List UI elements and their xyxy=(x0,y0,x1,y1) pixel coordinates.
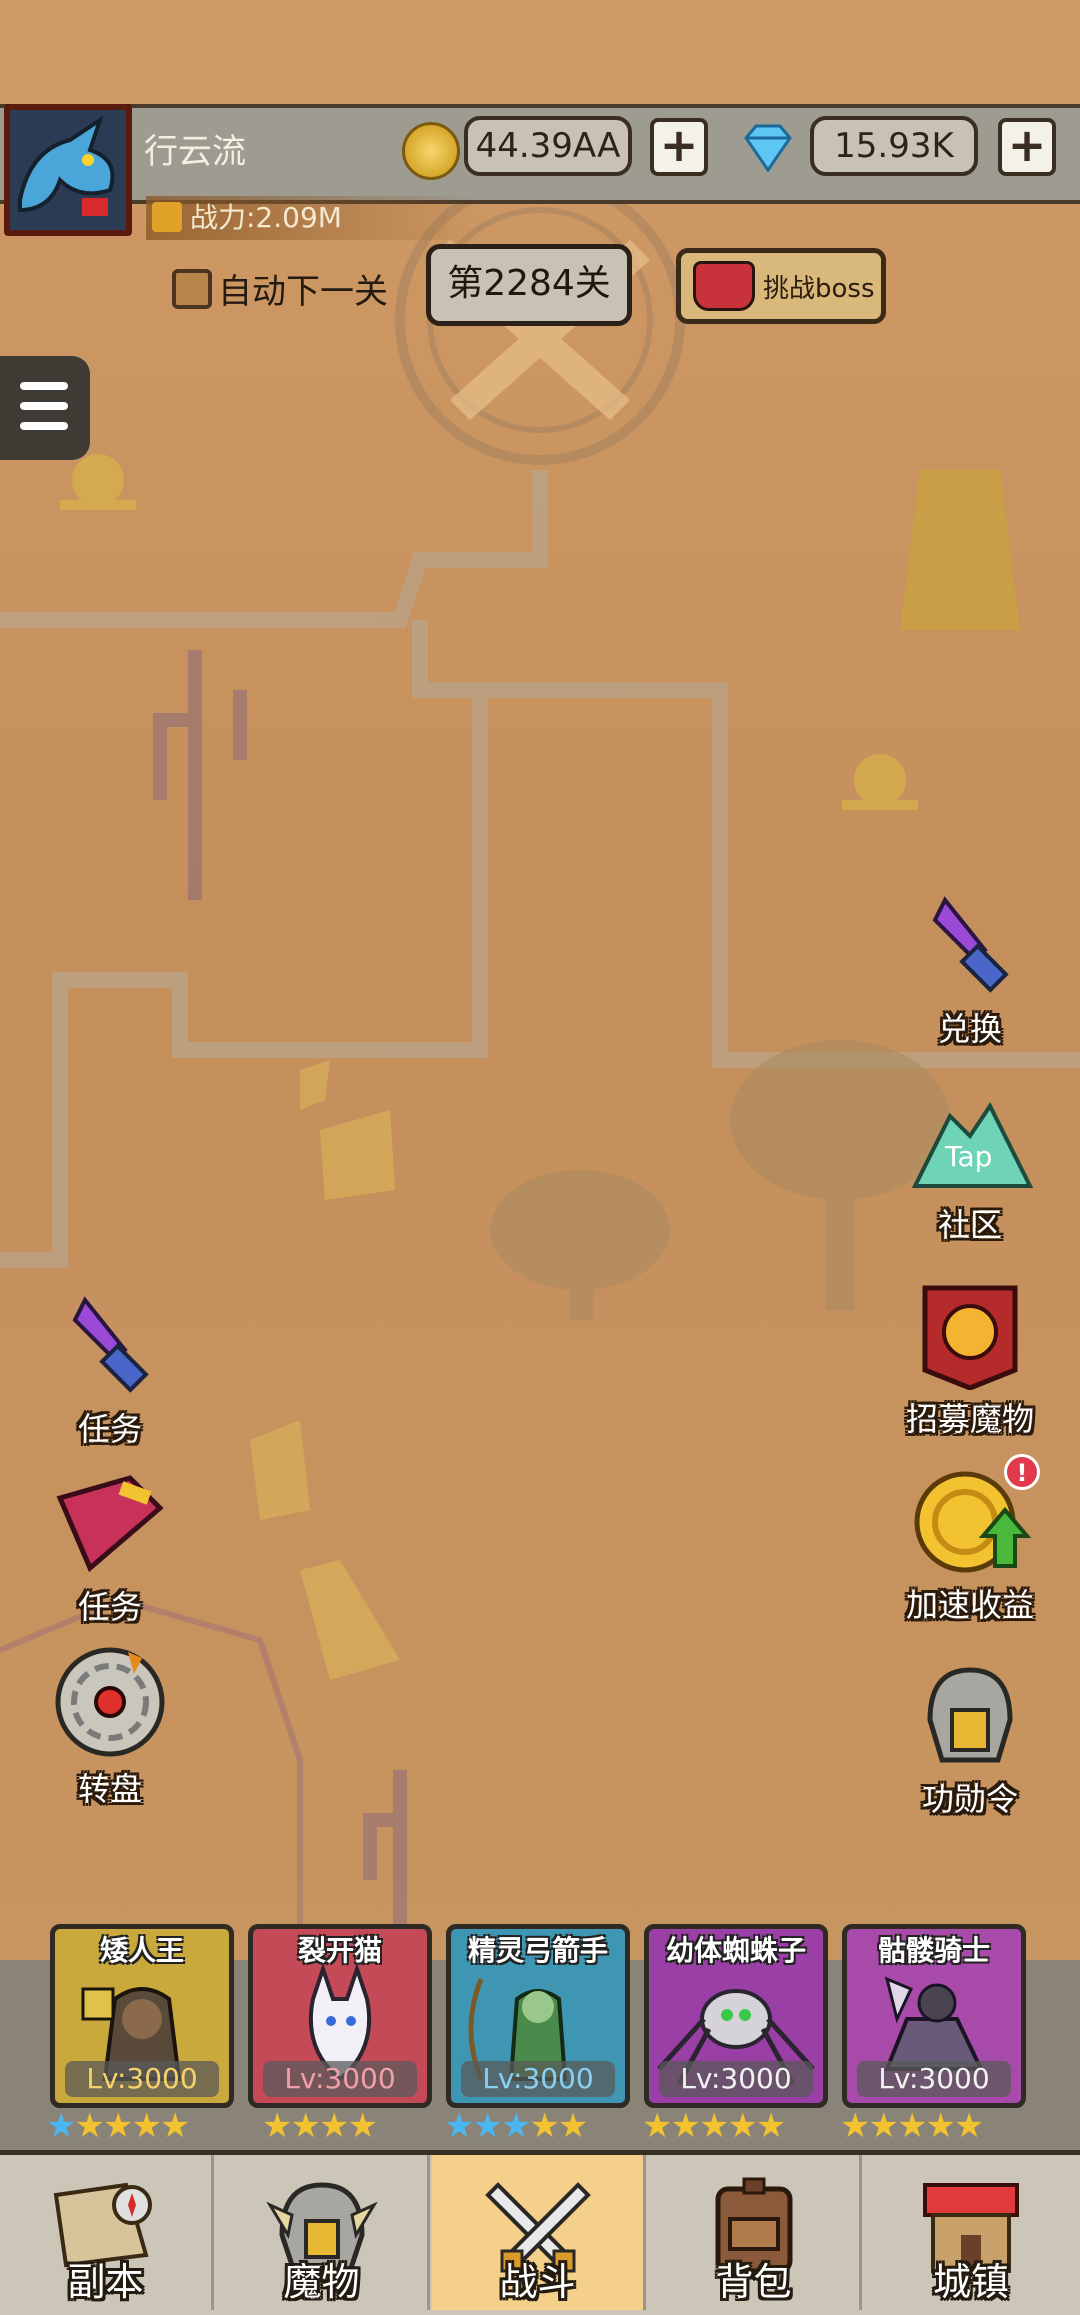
hero-level: Lv:3000 xyxy=(857,2061,1011,2097)
wheel-label: 转盘 xyxy=(77,1770,142,1808)
hero-level: Lv:3000 xyxy=(65,2061,219,2097)
community-button[interactable]: Tap 社区 xyxy=(900,1096,1040,1246)
boss-skull-icon xyxy=(693,261,755,311)
hero-stars-1: ★★★★★ xyxy=(46,2106,190,2146)
exchange-label: 兑换 xyxy=(937,1010,1002,1048)
hero-level: Lv:3000 xyxy=(461,2061,615,2097)
recruit-banner-icon xyxy=(922,1285,1018,1391)
player-name: 行云流 xyxy=(144,132,246,172)
hero-card-dwarf-king[interactable]: 矮人王 Lv:3000 xyxy=(50,1924,234,2108)
hero-card-baby-spider[interactable]: 幼体蜘蛛子 Lv:3000 xyxy=(644,1924,828,2108)
nav-battle[interactable]: 战斗 xyxy=(432,2155,646,2310)
tap-community-icon: Tap xyxy=(911,1102,1034,1188)
hero-card-skeleton-knight[interactable]: 骷髅骑士 Lv:3000 xyxy=(842,1924,1026,2108)
stage-number: 第2284关 xyxy=(426,244,632,326)
combat-power-value: 战力:2.09M xyxy=(190,201,342,234)
quest-rocket-button[interactable]: 任务 xyxy=(40,1290,180,1450)
quest-book-label: 任务 xyxy=(77,1588,142,1626)
quest-rocket-label: 任务 xyxy=(77,1410,142,1448)
quest-book-button[interactable]: 任务 xyxy=(40,1468,180,1628)
challenge-boss-button[interactable]: 挑战boss xyxy=(676,248,886,324)
firework-rocket-icon xyxy=(72,1296,149,1393)
quest-book-icon xyxy=(56,1475,164,1573)
nav-backpack[interactable]: 背包 xyxy=(648,2155,862,2310)
gem-plus-button[interactable]: + xyxy=(998,118,1056,176)
speedup-alert-badge: ! xyxy=(1004,1454,1040,1490)
hero-stars-3: ★★★★★ xyxy=(444,2106,588,2146)
power-icon xyxy=(152,202,182,232)
hero-level: Lv:3000 xyxy=(263,2061,417,2097)
nav-battle-label: 战斗 xyxy=(499,2260,576,2304)
merit-order-label: 功勋令 xyxy=(921,1780,1018,1818)
hero-stars-5: ★★★★★ xyxy=(840,2106,984,2146)
diamond-icon xyxy=(738,122,792,174)
wheel-button[interactable]: 转盘 xyxy=(40,1644,180,1810)
auto-next-toggle[interactable]: 自动下一关 xyxy=(172,264,388,313)
hero-card-split-cat[interactable]: 裂开猫 Lv:3000 xyxy=(248,1924,432,2108)
nav-dungeon[interactable]: 副本 xyxy=(0,2155,214,2310)
menu-hamburger-icon xyxy=(20,382,68,390)
recruit-label: 招募魔物 xyxy=(905,1400,1034,1438)
combat-power: 战力:2.09M xyxy=(146,196,486,240)
gold-coin-icon xyxy=(402,122,460,180)
svg-text:Tap: Tap xyxy=(944,1140,992,1173)
gold-plus-button[interactable]: + xyxy=(650,118,708,176)
dragon-avatar-icon xyxy=(18,115,115,216)
recruit-button[interactable]: 招募魔物 xyxy=(890,1280,1050,1440)
player-avatar[interactable] xyxy=(4,104,132,236)
auto-next-checkbox[interactable] xyxy=(172,268,212,309)
hero-level: Lv:3000 xyxy=(659,2061,813,2097)
hero-stars-4: ★★★★★ xyxy=(642,2106,786,2146)
wheel-icon xyxy=(55,1647,165,1757)
community-label: 社区 xyxy=(937,1206,1002,1244)
speedup-income-label: 加速收益 xyxy=(905,1586,1034,1624)
helmet-medal-icon xyxy=(927,1667,1013,1763)
nav-backpack-label: 背包 xyxy=(715,2260,792,2304)
hero-card-elf-archer[interactable]: 精灵弓箭手 Lv:3000 xyxy=(446,1924,630,2108)
nav-monsters-label: 魔物 xyxy=(283,2260,360,2304)
menu-line xyxy=(20,422,68,430)
merit-order-button[interactable]: 功勋令 xyxy=(900,1660,1040,1820)
gem-amount: 15.93K xyxy=(810,116,978,176)
menu-line xyxy=(20,402,68,410)
nav-dungeon-label: 副本 xyxy=(67,2260,144,2304)
hero-stars-2: ★★★★ xyxy=(262,2106,378,2146)
menu-button[interactable] xyxy=(0,356,90,460)
firework-rocket-icon xyxy=(932,896,1009,993)
gold-amount: 44.39AA xyxy=(464,116,632,176)
speedup-income-button[interactable]: 加速收益 xyxy=(890,1466,1050,1626)
nav-monsters[interactable]: 魔物 xyxy=(216,2155,430,2310)
nav-town-label: 城镇 xyxy=(932,2260,1009,2304)
nav-town[interactable]: 城镇 xyxy=(864,2155,1078,2310)
exchange-button[interactable]: 兑换 xyxy=(900,890,1040,1050)
auto-next-label: 自动下一关 xyxy=(218,272,388,312)
challenge-boss-label: 挑战boss xyxy=(763,273,875,304)
